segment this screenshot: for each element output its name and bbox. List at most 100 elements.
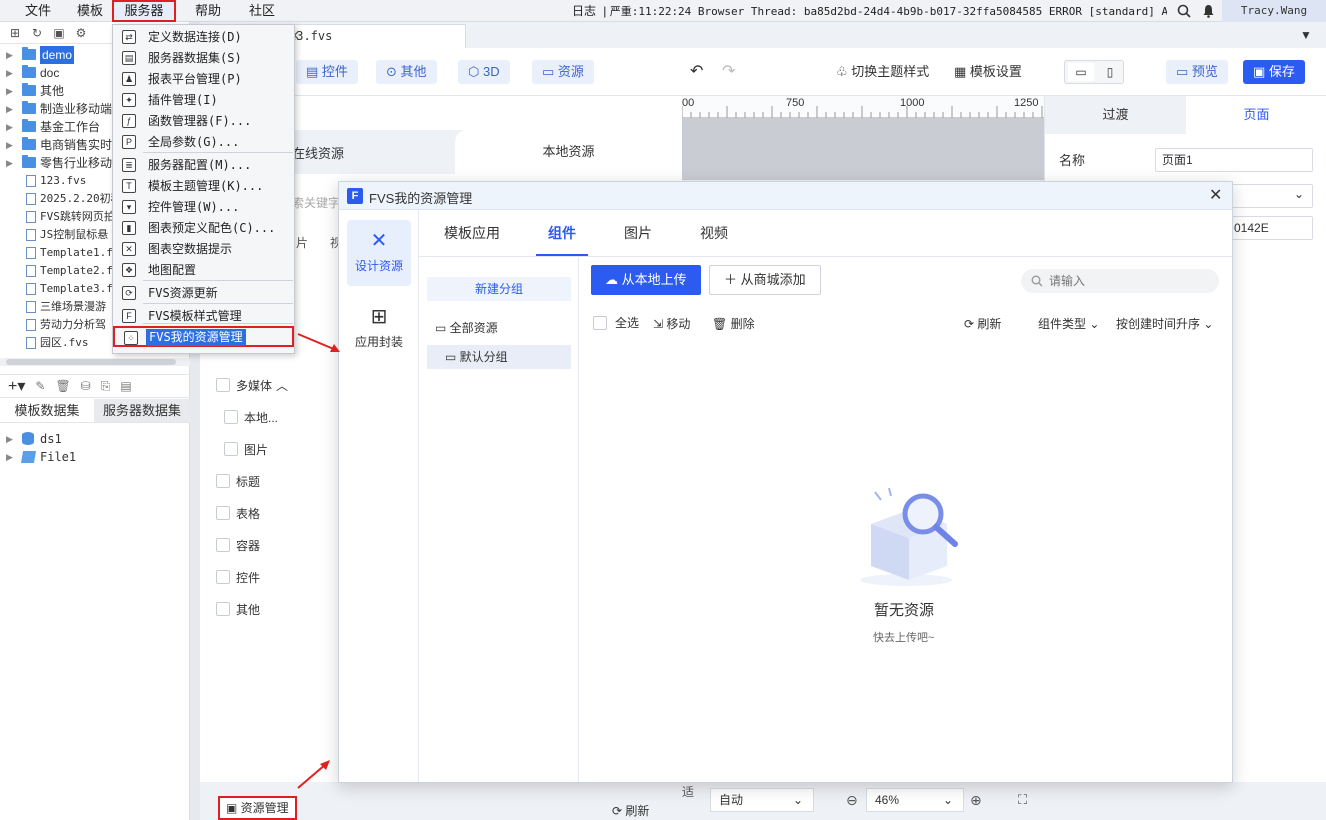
category-item[interactable]: 容器 [216,536,260,554]
tab-transition[interactable]: 过渡 [1045,96,1186,134]
upload-local-button[interactable]: ☁ 从本地上传 [591,265,701,295]
select-all[interactable]: 全选 [593,314,639,331]
checkbox[interactable] [224,442,238,456]
server-menu-item[interactable]: ▾ 控件管理(W)... [113,197,294,218]
tree-scrollbar[interactable] [0,358,190,366]
search-input[interactable] [1049,272,1209,290]
category-item[interactable]: 本地... [224,408,278,426]
expand-arrow-icon[interactable]: ▶ [6,46,13,64]
more-menu-icon[interactable]: ▼ [1300,28,1312,42]
type-filter-dropdown[interactable]: 组件类型 ⌄ [1038,315,1099,332]
expand-arrow-icon[interactable]: ▶ [6,100,13,118]
new-folder-icon[interactable]: ⊞ [8,26,22,40]
server-menu-item[interactable]: ❖ 地图配置 [113,260,294,281]
tab-image[interactable]: 图片 [624,210,652,256]
side-design-resource[interactable]: ✕ 设计资源 [347,220,411,286]
database-icon[interactable]: ⛁ [81,379,91,393]
server-menu-item[interactable]: ⟳ FVS资源更新 [113,283,294,304]
expand-arrow-icon[interactable]: ▶ [6,118,13,136]
side-app-package[interactable]: ⊞ 应用封装 [347,296,411,362]
close-icon[interactable]: ✕ [1209,185,1222,205]
category-item[interactable]: 表格 [216,504,260,522]
design-canvas[interactable] [682,118,1044,180]
three-d-button[interactable]: ⬡ 3D [458,60,510,84]
sort-dropdown[interactable]: 按创建时间升序 ⌄ [1116,315,1213,332]
group-all[interactable]: ▭ 全部资源 [435,319,498,336]
zoom-out-icon[interactable]: ⊖ [846,792,858,809]
server-menu-item[interactable]: ƒ 函数管理器(F)... [113,111,294,132]
checkbox[interactable] [216,378,230,392]
zoom-select[interactable]: 46% ⌄ [866,788,964,812]
doc-tab[interactable]: e3.fvs ✕ [280,24,466,48]
page-name-input[interactable]: 页面1 [1155,148,1313,172]
fit-screen-icon[interactable]: ⛶ [1018,792,1027,808]
menu-server[interactable]: 服务器 [112,0,176,22]
move-button[interactable]: ⇲ 移动 [653,315,690,332]
device-switch[interactable]: ▭ ▯ [1064,60,1124,84]
edit-icon[interactable]: ✎ [35,379,45,393]
refresh-button[interactable]: ⟳ 刷新 [964,315,1001,332]
undo-icon[interactable]: ↶ [690,60,703,84]
tab-local-resource[interactable]: 本地资源 [455,130,682,174]
expand-arrow-icon[interactable]: ▶ [6,154,13,172]
widget-button[interactable]: ▤ 控件 [296,60,358,84]
dataset-config-icon[interactable]: ▤ [120,379,131,393]
resource-button[interactable]: ▭ 资源 [532,60,594,84]
template-settings-button[interactable]: ▦ 模板设置 [954,60,1022,84]
bell-icon[interactable] [1202,4,1215,18]
resource-search[interactable] [1021,269,1219,293]
server-menu-item[interactable]: ⇄ 定义数据连接(D) [113,27,294,48]
expand-arrow-icon[interactable]: ▶ [6,430,13,448]
widget-refresh-button[interactable]: ⟳ 刷新 [612,802,649,819]
expand-arrow-icon[interactable]: ▶ [6,64,13,82]
settings-icon[interactable]: ⚙ [74,26,88,40]
tab-template-app[interactable]: 模板应用 [444,210,500,256]
tab-template-dataset[interactable]: 模板数据集 [0,399,94,422]
resource-manage-button[interactable]: ▣ 资源管理 [218,796,297,820]
dataset-item[interactable]: ▶ File1 [0,448,190,466]
server-menu-item[interactable]: ✦ 插件管理(I) [113,90,294,111]
desktop-icon[interactable]: ▭ [1068,63,1094,81]
server-menu-item[interactable]: ♟ 报表平台管理(P) [113,69,294,90]
delete-button[interactable]: 🗑 删除 [712,315,755,332]
expand-arrow-icon[interactable]: ▶ [6,82,13,100]
locate-icon[interactable]: ▣ [52,26,66,40]
server-menu-item[interactable]: ✕ 图表空数据提示 [113,239,294,260]
menu-help[interactable]: 帮助 [184,0,232,22]
server-menu-item[interactable]: T 模板主题管理(K)... [113,176,294,197]
server-menu-item[interactable]: ▮ 图表预定义配色(C)... [113,218,294,239]
search-icon[interactable] [1177,4,1191,18]
menu-file[interactable]: 文件 [14,0,62,22]
redo-icon[interactable]: ↷ [722,60,735,84]
save-button[interactable]: ▣ 保存 [1243,60,1305,84]
server-menu-item[interactable]: ≣ 服务器配置(M)... [113,155,294,176]
user-account[interactable]: Tracy.Wang [1222,0,1326,22]
new-group-button[interactable]: 新建分组 [427,277,571,301]
zoom-in-icon[interactable]: ⊕ [970,792,982,809]
preview-icon[interactable]: ⎘ [101,379,111,394]
add-from-store-button[interactable]: ＋ 从商城添加 [709,265,821,295]
category-item[interactable]: 控件 [216,568,260,586]
category-item[interactable]: 图片 [224,440,268,458]
tab-online-resource[interactable]: 在线资源 [292,143,344,162]
tab-component[interactable]: 组件 [536,210,588,256]
add-icon[interactable]: +▾ [8,376,25,396]
close-icon[interactable]: ✕ [289,28,457,44]
checkbox[interactable] [216,506,230,520]
expand-arrow-icon[interactable]: ▶ [6,448,13,466]
server-menu-item[interactable]: ▤ 服务器数据集(S) [113,48,294,69]
tab-video[interactable]: 视频 [700,210,728,256]
delete-icon[interactable]: 🗑 [55,379,70,393]
other-button[interactable]: ⊙ 其他 [376,60,437,84]
category-item[interactable]: 标题 [216,472,260,490]
subtab-image[interactable]: 片 [296,234,308,251]
tab-page[interactable]: 页面 [1186,96,1326,134]
widget-search-input[interactable]: 索关键字 [292,194,340,211]
category-item[interactable]: 其他 [216,600,260,618]
checkbox[interactable] [216,570,230,584]
expand-arrow-icon[interactable]: ▶ [6,136,13,154]
server-menu-item[interactable]: P 全局参数(G)... [113,132,294,153]
menu-community[interactable]: 社区 [238,0,286,22]
checkbox[interactable] [224,410,238,424]
checkbox[interactable] [593,315,607,330]
